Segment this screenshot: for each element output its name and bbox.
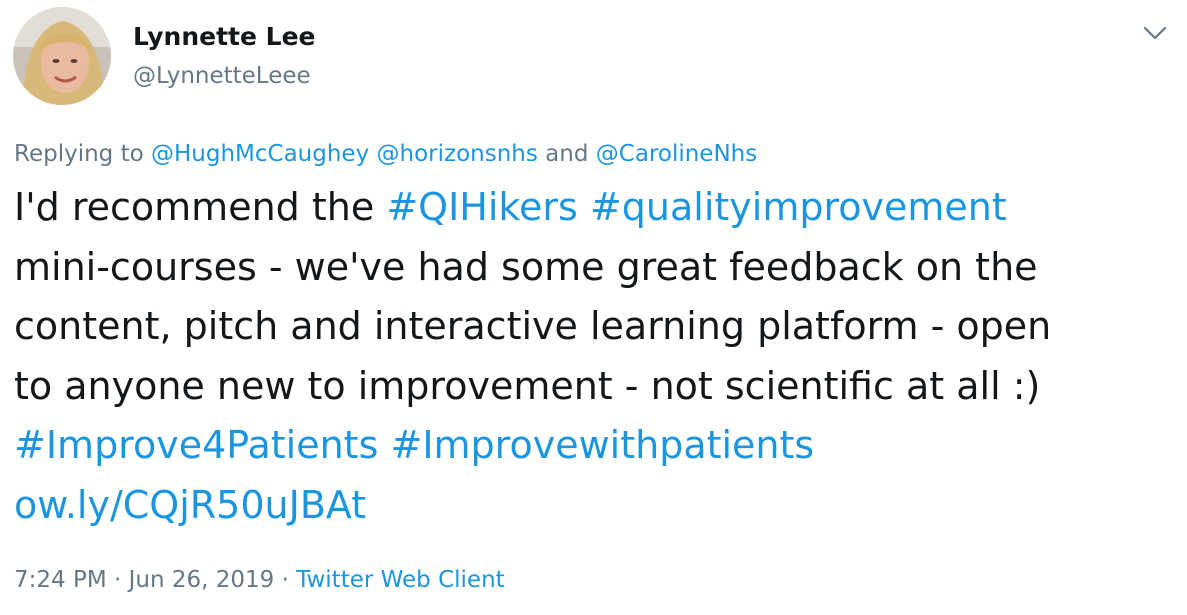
replying-prefix: Replying to bbox=[14, 141, 151, 167]
replying-conjunction: and bbox=[537, 141, 596, 167]
hashtag-qihikers[interactable]: #QIHikers bbox=[386, 185, 578, 229]
chevron-down-icon[interactable] bbox=[1138, 20, 1172, 46]
tweet-text: I'd recommend the #QIHikers #qualityimpr… bbox=[14, 178, 1174, 535]
tweet-source[interactable]: Twitter Web Client bbox=[296, 567, 504, 593]
avatar[interactable] bbox=[13, 7, 111, 105]
hashtag-improvewithpatients[interactable]: #Improvewithpatients bbox=[390, 423, 814, 467]
mention-carolinenhs[interactable]: @CarolineNhs bbox=[596, 141, 757, 167]
tweet-link[interactable]: ow.ly/CQjR50uJBAt bbox=[14, 483, 366, 527]
tweet-time[interactable]: 7:24 PM bbox=[14, 567, 107, 593]
mention-horizonsnhs[interactable]: @horizonsnhs bbox=[377, 141, 538, 167]
tweet-line-1-text: I'd recommend the bbox=[14, 185, 387, 229]
tweet-line-5: #Improve4Patients #Improvewithpatients bbox=[14, 416, 1174, 476]
tweet-meta: 7:24 PM · Jun 26, 2019 · Twitter Web Cli… bbox=[14, 567, 505, 593]
tweet-line-6: ow.ly/CQjR50uJBAt bbox=[14, 476, 1174, 536]
hashtag-improve4patients[interactable]: #Improve4Patients bbox=[14, 423, 378, 467]
author-display-name[interactable]: Lynnette Lee bbox=[133, 22, 315, 51]
hashtag-qualityimprovement[interactable]: #qualityimprovement bbox=[590, 185, 1007, 229]
tweet-line-1: I'd recommend the #QIHikers #qualityimpr… bbox=[14, 178, 1174, 238]
tweet-line-2: mini-courses - we've had some great feed… bbox=[14, 244, 1038, 289]
avatar-photo bbox=[13, 7, 111, 105]
tweet-line-3: content, pitch and interactive learning … bbox=[14, 304, 1052, 348]
author-handle[interactable]: @LynnetteLeee bbox=[133, 63, 311, 89]
meta-separator: · bbox=[106, 567, 129, 593]
replying-to: Replying to @HughMcCaughey @horizonsnhs … bbox=[14, 141, 757, 167]
mention-hughmccaughey[interactable]: @HughMcCaughey bbox=[151, 141, 369, 167]
tweet-line-4: to anyone new to improvement - not scien… bbox=[14, 363, 1041, 408]
tweet-date[interactable]: Jun 26, 2019 bbox=[129, 567, 275, 593]
meta-separator-2: · bbox=[274, 567, 297, 593]
